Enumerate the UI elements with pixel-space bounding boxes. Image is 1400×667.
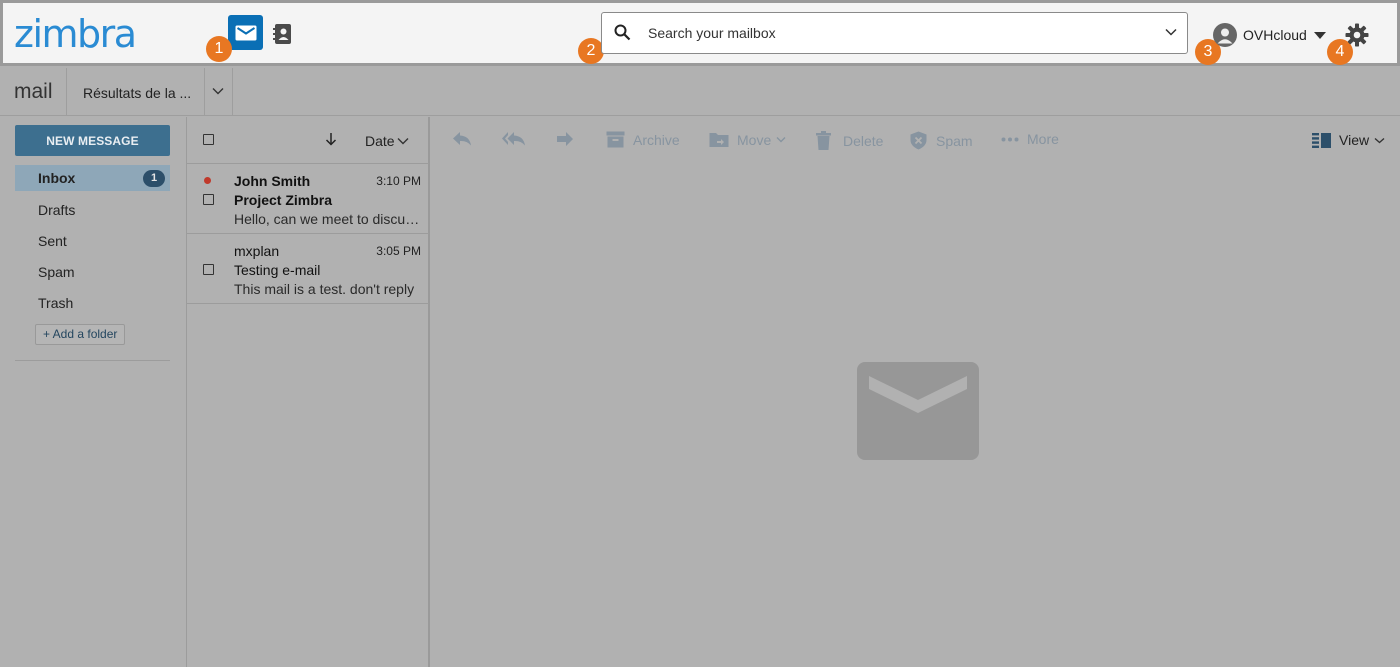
message-subject: Project Zimbra: [234, 192, 333, 208]
message-checkbox[interactable]: [203, 264, 214, 275]
folder-move-icon: [709, 133, 729, 147]
app-title: mail: [14, 80, 53, 103]
reply-icon: [453, 132, 471, 146]
message-row[interactable]: mxplan 3:05 PM Testing e-mail This mail …: [187, 234, 429, 304]
message-checkbox[interactable]: [203, 194, 214, 205]
select-all-checkbox[interactable]: [203, 134, 214, 145]
app-subbar: mail Résultats de la ...: [0, 68, 1400, 116]
message-preview: Hello, can we meet to discuss...: [234, 211, 422, 227]
message-time: 3:05 PM: [376, 244, 421, 258]
folder-spam[interactable]: Spam: [15, 259, 170, 285]
delete-button[interactable]: Delete: [816, 131, 883, 150]
message-toolbar: Archive Move Delete Spam More View: [432, 117, 1400, 164]
add-folder-button[interactable]: + Add a folder: [35, 324, 126, 345]
archive-button[interactable]: Archive: [606, 131, 680, 148]
callout-1: 1: [206, 36, 232, 62]
move-button[interactable]: Move: [709, 131, 786, 148]
top-header: zimbra 1 2 3: [0, 0, 1400, 66]
forward-icon: [557, 132, 573, 146]
folder-label: Inbox: [38, 170, 76, 186]
archive-label: Archive: [633, 131, 680, 148]
caret-down-icon: [1313, 31, 1326, 39]
arrow-down-icon[interactable]: [325, 132, 337, 146]
account-menu[interactable]: OVHcloud: [1213, 23, 1326, 47]
folder-drafts[interactable]: Drafts: [15, 197, 170, 223]
folder-label: Spam: [38, 264, 75, 280]
message-sender: John Smith: [234, 173, 311, 189]
message-subject: Testing e-mail: [234, 262, 321, 278]
reply-button[interactable]: [452, 131, 472, 147]
divider: [15, 360, 170, 361]
folder-inbox[interactable]: Inbox 1: [15, 165, 170, 191]
unread-count-badge: 1: [143, 170, 165, 187]
zimbra-logo[interactable]: zimbra: [14, 12, 137, 56]
chevron-down-icon: [1374, 137, 1385, 143]
more-button[interactable]: More: [1001, 131, 1059, 147]
folder-label: Sent: [38, 233, 67, 249]
mail-icon: [235, 25, 256, 40]
trash-icon: [816, 131, 831, 150]
folder-trash[interactable]: Trash: [15, 290, 170, 316]
folder-sidebar: NEW MESSAGE Inbox 1 Drafts Sent Spam Tra…: [0, 117, 186, 667]
chevron-down-icon[interactable]: [212, 87, 224, 95]
message-list: Date John Smith 3:10 PM Project Zimbra H…: [186, 117, 430, 667]
search-box[interactable]: [601, 12, 1188, 54]
envelope-placeholder-icon: [857, 362, 979, 460]
archive-icon: [606, 131, 625, 148]
unread-dot: [204, 177, 211, 184]
divider: [232, 68, 233, 115]
new-message-button[interactable]: NEW MESSAGE: [15, 125, 170, 156]
contacts-icon: [273, 24, 291, 44]
gear-icon[interactable]: [1345, 23, 1369, 47]
mail-app-button[interactable]: [228, 15, 263, 50]
move-label: Move: [737, 131, 772, 148]
more-label: More: [1027, 131, 1059, 147]
chevron-down-icon: [776, 137, 786, 143]
account-name: OVHcloud: [1243, 27, 1307, 43]
reply-all-button[interactable]: [502, 131, 526, 147]
tab-search-results[interactable]: Résultats de la ...: [83, 85, 191, 101]
reading-pane-layout-icon: [1312, 132, 1331, 148]
message-row[interactable]: John Smith 3:10 PM Project Zimbra Hello,…: [187, 164, 429, 234]
avatar-icon: [1213, 23, 1237, 47]
view-label: View: [1339, 132, 1370, 148]
folder-sent[interactable]: Sent: [15, 228, 170, 254]
divider: [204, 68, 205, 115]
contacts-app-button[interactable]: [273, 23, 293, 45]
more-dots-icon: [1001, 137, 1019, 141]
sort-by-dropdown[interactable]: Date: [365, 133, 395, 149]
search-input[interactable]: [648, 22, 1128, 44]
message-sender: mxplan: [234, 243, 280, 259]
message-list-header: Date: [187, 117, 429, 164]
chevron-down-icon[interactable]: [397, 137, 409, 145]
chevron-down-icon[interactable]: [1165, 28, 1177, 36]
reply-all-icon: [502, 132, 525, 146]
spam-label: Spam: [936, 132, 973, 149]
divider: [66, 68, 67, 115]
forward-button[interactable]: [556, 131, 574, 147]
reading-pane: Archive Move Delete Spam More View: [432, 117, 1400, 667]
folder-label: Trash: [38, 295, 74, 311]
shield-icon: [910, 131, 927, 150]
message-preview: This mail is a test. don't reply: [234, 281, 415, 297]
view-menu[interactable]: View: [1312, 132, 1385, 148]
message-time: 3:10 PM: [376, 174, 421, 188]
folder-label: Drafts: [38, 202, 76, 218]
spam-button[interactable]: Spam: [910, 131, 973, 150]
search-icon: [614, 24, 631, 41]
delete-label: Delete: [843, 132, 884, 149]
